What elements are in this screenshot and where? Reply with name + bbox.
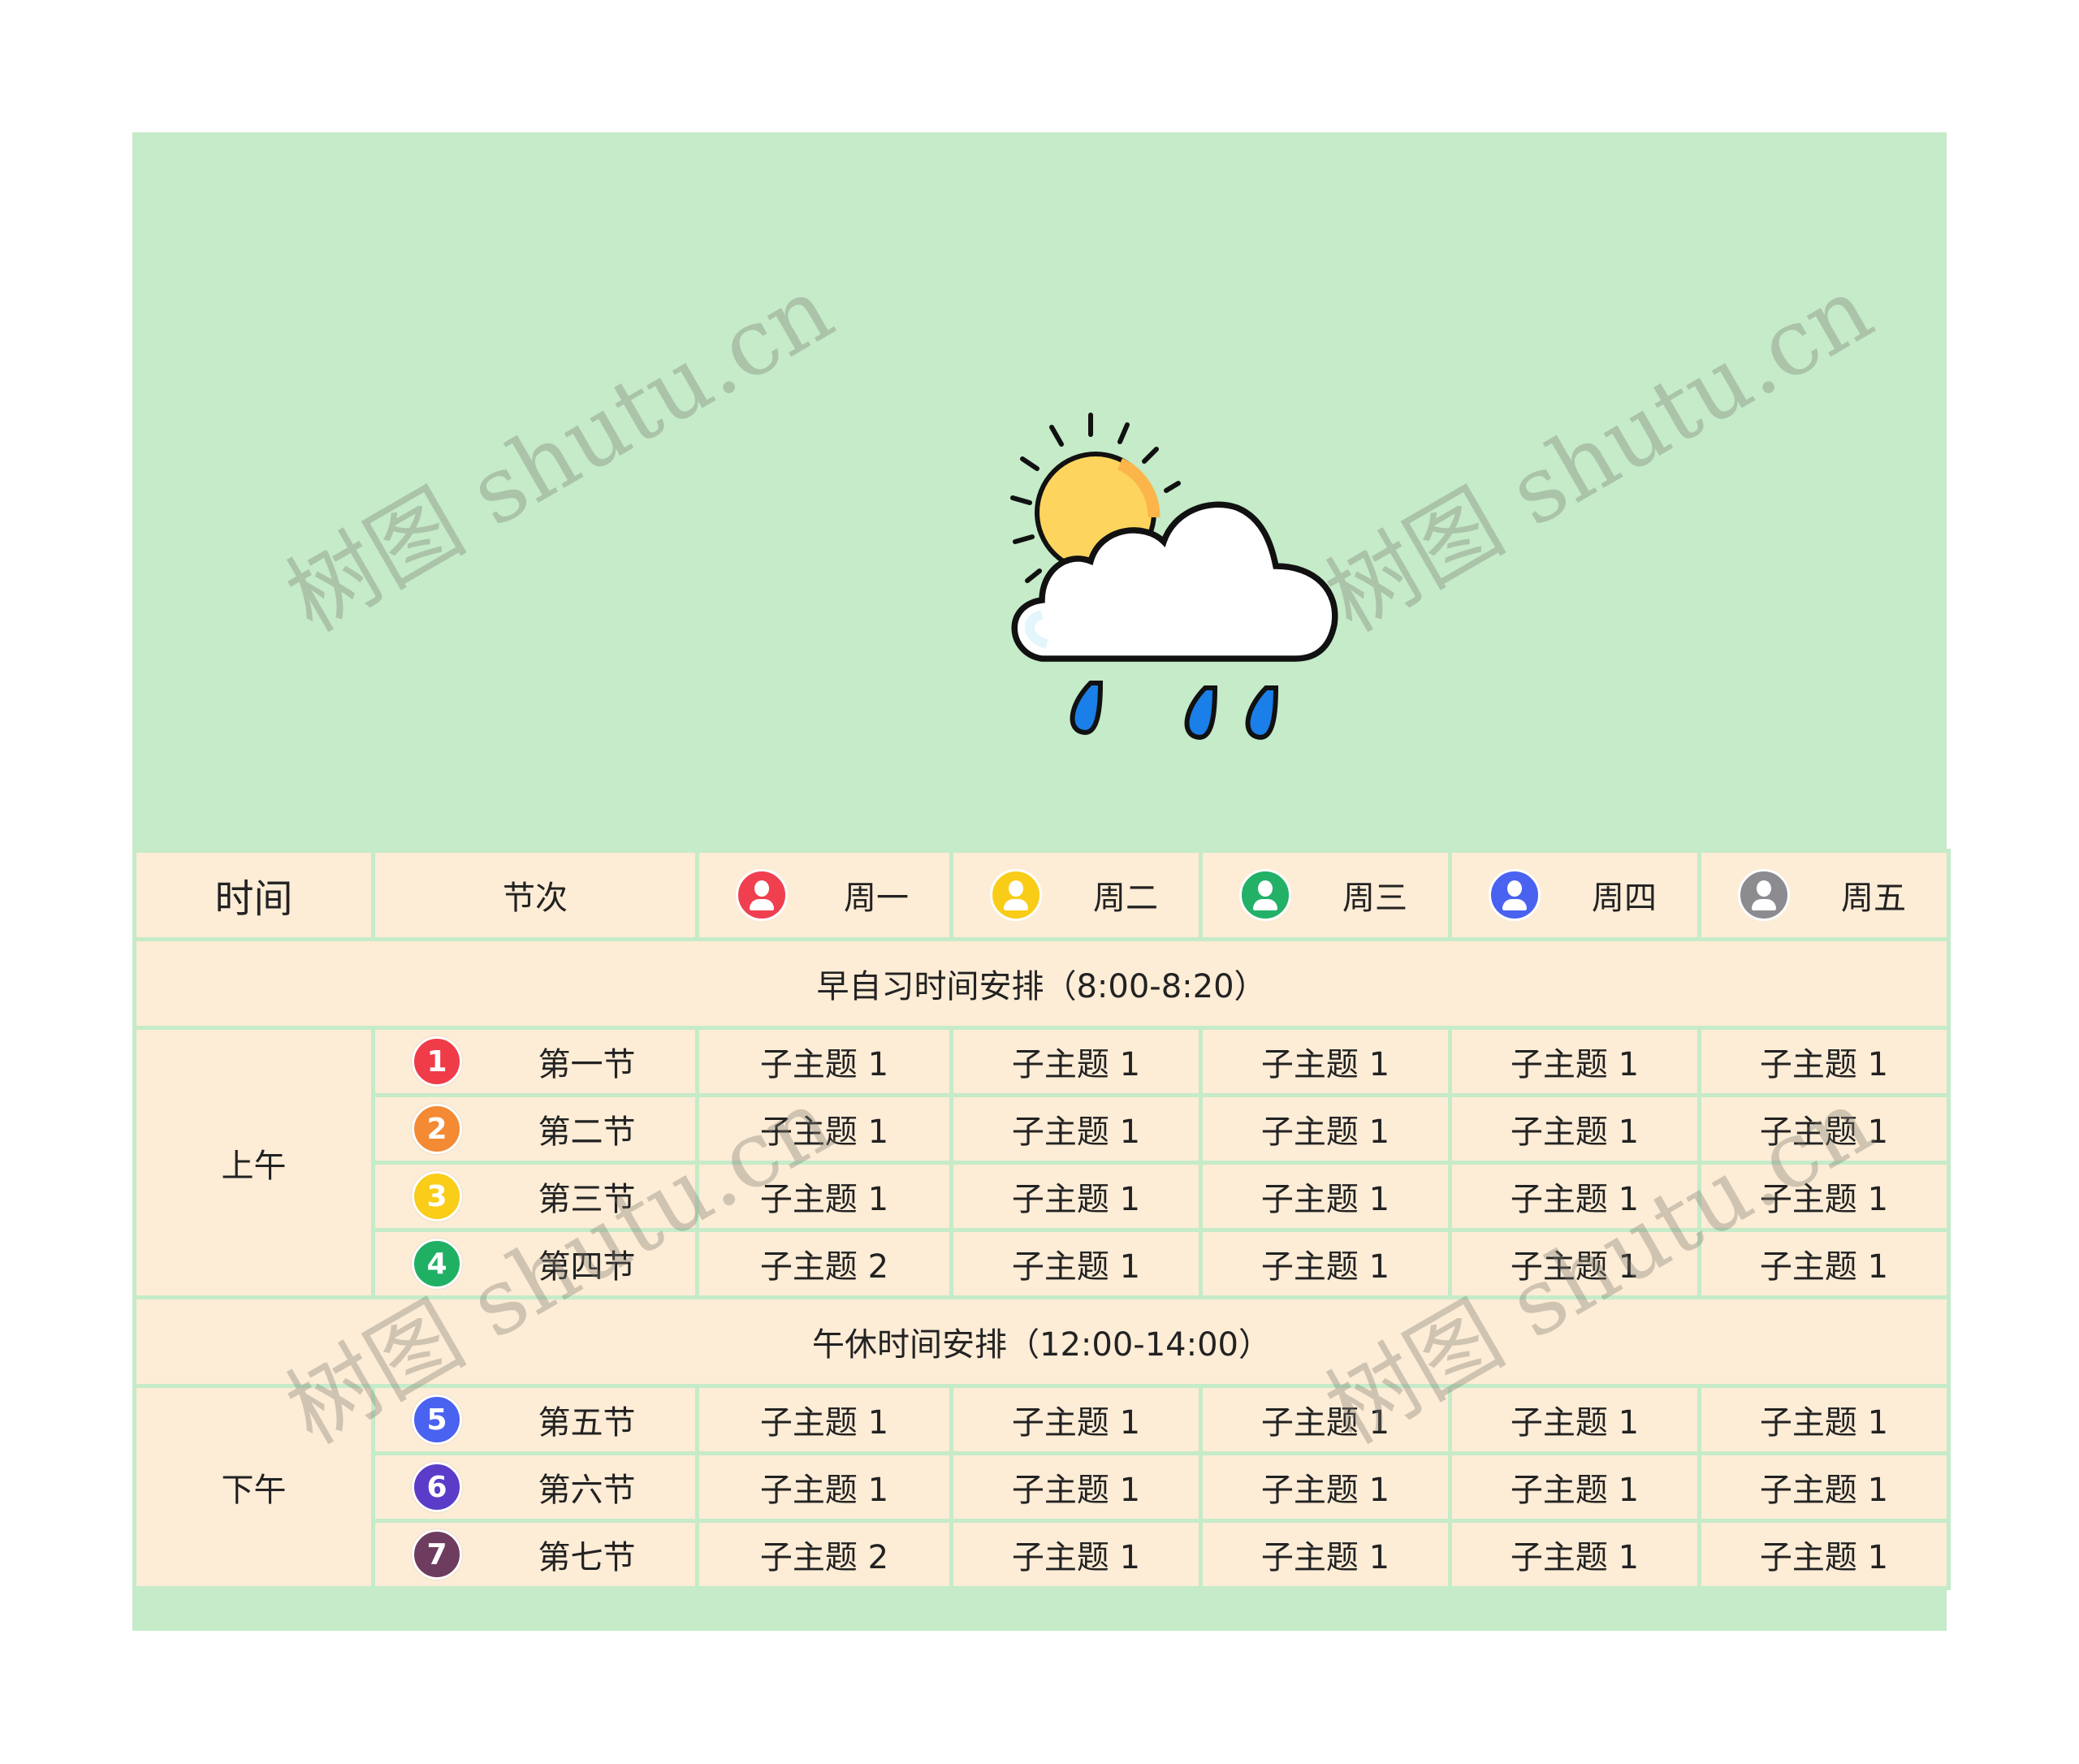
period-number-badge: 5 [412,1394,462,1445]
day-header: 周一 [695,849,953,941]
cloud-rain-sun-icon [1010,413,1338,740]
course-cell[interactable]: 子主题 1 [1697,1161,1951,1232]
course-cell[interactable]: 子主题 1 [949,1451,1203,1523]
course-cell[interactable]: 子主题 1 [695,1451,953,1523]
user-avatar-icon [1738,869,1790,921]
course-cell[interactable]: 子主题 1 [1448,1093,1701,1165]
period-number-badge: 7 [412,1529,462,1580]
course-cell[interactable]: 子主题 1 [1448,1384,1701,1455]
user-avatar-icon [736,869,788,921]
course-cell[interactable]: 子主题 1 [1697,1026,1951,1097]
course-cell[interactable]: 子主题 1 [695,1384,953,1455]
course-cell[interactable]: 子主题 1 [1199,1161,1452,1232]
course-cell[interactable]: 子主题 1 [949,1228,1203,1299]
period-number-badge: 3 [412,1171,462,1221]
afternoon-label: 下午 [132,1384,375,1590]
course-cell[interactable]: 子主题 1 [1448,1161,1701,1232]
period-number-badge: 2 [412,1104,462,1154]
course-cell[interactable]: 子主题 1 [1199,1093,1452,1165]
period-row: 3 第三节 子主题 1 子主题 1 子主题 1 子主题 1 子主题 1 [135,1161,1951,1232]
course-cell[interactable]: 子主题 1 [1199,1519,1452,1590]
period-cell: 4 第四节 [371,1228,699,1299]
period-row: 上午 1 第一节 子主题 1 子主题 1 子主题 1 子主题 1 子主题 1 [132,1026,1951,1299]
period-cell: 3 第三节 [371,1161,699,1232]
lunch-break-label: 午休时间安排（12:00-14:00） [132,1295,1951,1388]
period-label: 第七节 [538,1539,636,1576]
period-number-badge: 6 [412,1462,462,1512]
hero-banner: 可爱云朵学生通用课程表模板 [132,132,1947,949]
period-label: 第一节 [538,1046,636,1083]
course-cell[interactable]: 子主题 1 [1199,1451,1452,1523]
period-row: 4 第四节 子主题 2 子主题 1 子主题 1 子主题 1 子主题 1 [135,1228,1951,1299]
course-cell[interactable]: 子主题 1 [695,1026,953,1097]
course-cell[interactable]: 子主题 1 [1697,1228,1951,1299]
period-cell: 6 第六节 [371,1451,699,1523]
period-row: 2 第二节 子主题 1 子主题 1 子主题 1 子主题 1 子主题 1 [135,1093,1951,1165]
course-cell[interactable]: 子主题 1 [1697,1093,1951,1165]
lunch-break-row: 午休时间安排（12:00-14:00） [132,1295,1951,1388]
course-cell[interactable]: 子主题 1 [695,1161,953,1232]
day-label: 周二 [1093,880,1158,917]
afternoon-section: 下午 5 第五节 子主题 1 子主题 1 子主题 1 子主题 1 子主题 1 6 第六节 子主题 1… [132,1384,1951,1590]
time-header: 时间 [132,849,375,941]
course-cell[interactable]: 子主题 1 [1448,1451,1701,1523]
period-row: 6 第六节 子主题 1 子主题 1 子主题 1 子主题 1 子主题 1 [135,1451,1951,1523]
morning-section: 上午 1 第一节 子主题 1 子主题 1 子主题 1 子主题 1 子主题 1 2 第二节 子主题 1… [132,1026,1951,1299]
course-cell[interactable]: 子主题 1 [949,1026,1203,1097]
day-header: 周三 [1199,849,1452,941]
period-row: 下午 5 第五节 子主题 1 子主题 1 子主题 1 子主题 1 子主题 1 [132,1384,1951,1590]
period-label: 第三节 [538,1181,636,1218]
period-number-badge: 4 [412,1239,462,1289]
period-number-badge: 1 [412,1036,462,1087]
course-cell[interactable]: 子主题 1 [949,1519,1203,1590]
day-header: 周五 [1697,849,1951,941]
day-label: 周三 [1342,880,1407,917]
morning-label: 上午 [132,1026,375,1299]
course-cell[interactable]: 子主题 1 [949,1384,1203,1455]
header-row: 时间 节次 周一 周二 周三 周四 周五 [132,849,1951,941]
day-header: 周四 [1448,849,1701,941]
schedule-table: 时间 节次 周一 周二 周三 周四 周五 早自习时间安排（8:00-8:20） … [132,849,1951,1590]
morning-break-label: 早自习时间安排（8:00-8:20） [132,937,1951,1030]
day-label: 周一 [844,880,909,917]
period-label: 第四节 [538,1248,636,1286]
course-cell[interactable]: 子主题 1 [1697,1451,1951,1523]
course-cell[interactable]: 子主题 1 [1697,1384,1951,1455]
user-avatar-icon [1239,869,1291,921]
course-cell[interactable]: 子主题 2 [695,1228,953,1299]
user-avatar-icon [990,869,1042,921]
period-cell: 1 第一节 [371,1026,699,1097]
day-header: 周二 [949,849,1203,941]
user-avatar-icon [1489,869,1541,921]
course-cell[interactable]: 子主题 1 [1199,1228,1452,1299]
period-cell: 5 第五节 [371,1384,699,1455]
day-label: 周四 [1592,880,1657,917]
period-cell: 2 第二节 [371,1093,699,1165]
course-cell[interactable]: 子主题 1 [1199,1384,1452,1455]
period-header: 节次 [371,849,699,941]
period-label: 第六节 [538,1472,636,1509]
course-cell[interactable]: 子主题 1 [1448,1026,1701,1097]
morning-break-row: 早自习时间安排（8:00-8:20） [132,937,1951,1030]
course-cell[interactable]: 子主题 1 [1448,1228,1701,1299]
period-label: 第二节 [538,1113,636,1151]
course-cell[interactable]: 子主题 1 [1697,1519,1951,1590]
period-row: 7 第七节 子主题 2 子主题 1 子主题 1 子主题 1 子主题 1 [135,1519,1951,1590]
course-cell[interactable]: 子主题 1 [949,1093,1203,1165]
course-cell[interactable]: 子主题 2 [695,1519,953,1590]
course-cell[interactable]: 子主题 1 [695,1093,953,1165]
period-label: 第五节 [538,1404,636,1442]
period-cell: 7 第七节 [371,1519,699,1590]
course-cell[interactable]: 子主题 1 [1448,1519,1701,1590]
course-cell[interactable]: 子主题 1 [949,1161,1203,1232]
day-label: 周五 [1841,880,1906,917]
course-cell[interactable]: 子主题 1 [1199,1026,1452,1097]
